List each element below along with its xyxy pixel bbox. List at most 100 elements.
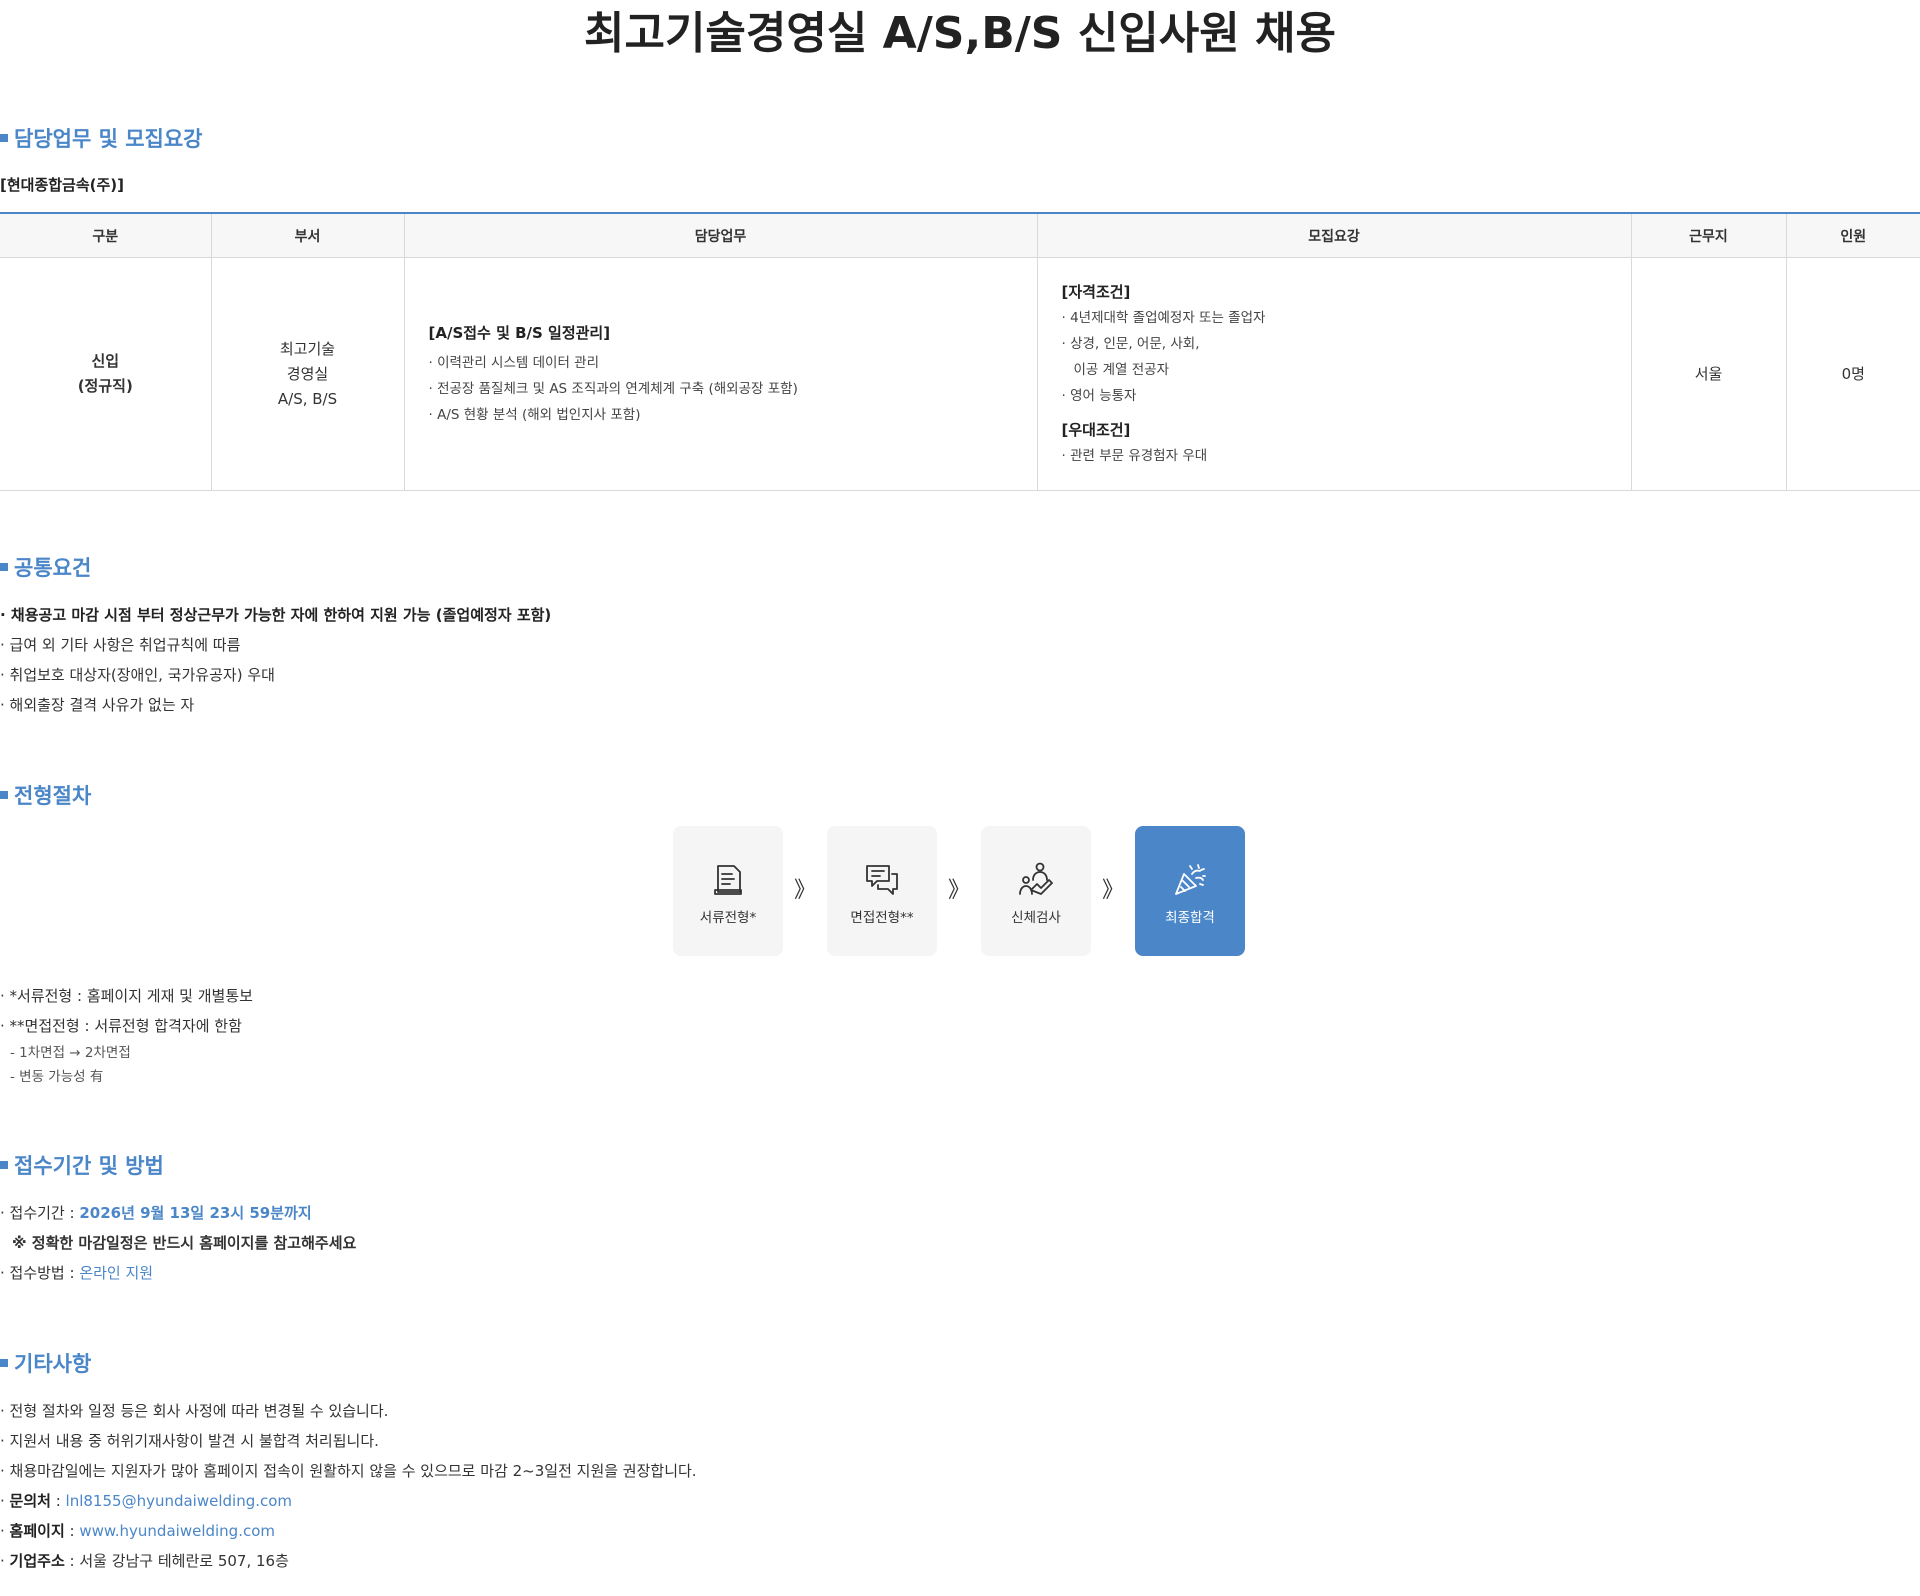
header-requirements: 모집요강 bbox=[1037, 213, 1632, 258]
address-value: 서울 강남구 테헤란로 507, 16층 bbox=[79, 1552, 289, 1570]
homepage-prefix: · bbox=[0, 1522, 10, 1540]
section-title-etc: 기타사항 bbox=[0, 1349, 91, 1379]
header-location: 근무지 bbox=[1631, 213, 1787, 258]
duty-list: · 이력관리 시스템 데이터 관리 · 전공장 품질체크 및 AS 조직과의 연… bbox=[429, 350, 1037, 428]
chevron-right-icon: 》 bbox=[1101, 878, 1124, 903]
step-label: 면접전형** bbox=[850, 910, 914, 926]
contact-sep: : bbox=[50, 1492, 66, 1510]
section-square-icon bbox=[0, 134, 8, 142]
job-table: 구분 부서 담당업무 모집요강 근무지 인원 신입 (정규직) 최고기술 경영실… bbox=[0, 212, 1920, 491]
qualification-heading: [자격조건] bbox=[1061, 283, 1131, 301]
address-item: · 기업주소 : 서울 강남구 테헤란로 507, 16층 bbox=[0, 1546, 697, 1576]
duty-item: · 이력관리 시스템 데이터 관리 bbox=[428, 355, 600, 371]
list-item: · 채용공고 마감 시점 부터 정상근무가 가능한 자에 한하여 지원 가능 (… bbox=[0, 606, 552, 624]
list-item: · 채용마감일에는 지원자가 많아 홈페이지 접속이 원활하지 않을 수 있으므… bbox=[0, 1462, 697, 1480]
process-notes-list: · *서류전형 : 홈페이지 게재 및 개별통보 · **면접전형 : 서류전형… bbox=[0, 981, 253, 1089]
list-item: · 취업보호 대상자(장애인, 국가유공자) 우대 bbox=[0, 666, 275, 684]
step-interview: 면접전형** bbox=[827, 826, 937, 956]
etc-list: · 전형 절차와 일정 등은 회사 사정에 따라 변경될 수 있습니다. · 지… bbox=[0, 1396, 697, 1576]
duty-item: · A/S 현황 분석 (해외 법인지사 포함) bbox=[428, 407, 641, 423]
duty-heading: [A/S접수 및 B/S 일정관리] bbox=[428, 324, 611, 342]
list-item: · 전형 절차와 일정 등은 회사 사정에 따라 변경될 수 있습니다. bbox=[0, 1402, 389, 1420]
address-sep: : bbox=[64, 1552, 80, 1570]
cell-department: 최고기술 경영실 A/S, B/S bbox=[211, 257, 405, 491]
table-row: 신입 (정규직) 최고기술 경영실 A/S, B/S [A/S접수 및 B/S … bbox=[0, 257, 1920, 491]
step-label: 신체검사 bbox=[1011, 910, 1061, 926]
chevron-right-icon: 》 bbox=[793, 878, 816, 903]
method-value: 온라인 지원 bbox=[79, 1264, 154, 1282]
header-type: 구분 bbox=[0, 213, 212, 258]
method-label: · 접수방법 : bbox=[0, 1264, 80, 1282]
header-department: 부서 bbox=[211, 213, 405, 258]
dept-line-2: 경영실 bbox=[286, 364, 329, 383]
step-document-screening: 서류전형* bbox=[673, 826, 783, 956]
application-period: · 접수기간 : 2026년 9월 13일 23시 59분까지 bbox=[0, 1198, 356, 1228]
section-title-duties-text: 담당업무 및 모집요강 bbox=[14, 127, 203, 151]
cell-location: 서울 bbox=[1631, 257, 1787, 491]
duty-item: · 전공장 품질체크 및 AS 조직과의 연계체계 구축 (해외공장 포함) bbox=[428, 381, 798, 397]
qualification-item: · 영어 능통자 bbox=[1061, 388, 1137, 404]
section-title-process: 전형절차 bbox=[0, 781, 91, 811]
chat-bubbles-icon bbox=[866, 865, 898, 895]
dept-line-3: A/S, B/S bbox=[277, 389, 338, 408]
period-note: ※ 정확한 마감일정은 반드시 홈페이지를 참고해주세요 bbox=[12, 1234, 357, 1252]
qualification-item: · 4년제대학 졸업예정자 또는 졸업자 bbox=[1061, 310, 1266, 326]
address-prefix: · bbox=[0, 1552, 10, 1570]
period-value: 2026년 9월 13일 23시 59분까지 bbox=[79, 1204, 312, 1222]
homepage-link[interactable]: www.hyundaiwelding.com bbox=[79, 1522, 275, 1540]
step-label: 최종합격 bbox=[1165, 910, 1215, 926]
homepage-item: · 홈페이지 : www.hyundaiwelding.com bbox=[0, 1516, 697, 1546]
qualification-item: 이공 계열 전공자 bbox=[1073, 362, 1170, 378]
section-square-icon bbox=[0, 563, 8, 571]
homepage-sep: : bbox=[64, 1522, 80, 1540]
list-item: · *서류전형 : 홈페이지 게재 및 개별통보 bbox=[0, 987, 253, 1005]
address-label: 기업주소 bbox=[9, 1552, 65, 1570]
cell-headcount: 0명 bbox=[1841, 364, 1865, 383]
medical-check-icon bbox=[1019, 862, 1053, 895]
period-label: · 접수기간 : bbox=[0, 1204, 80, 1222]
chevron-right-icon: 》 bbox=[947, 878, 970, 903]
section-square-icon bbox=[0, 791, 8, 799]
page-title: 최고기술경영실 A/S,B/S 신입사원 채용 bbox=[583, 8, 1337, 59]
section-title-duties: 담당업무 및 모집요강 bbox=[0, 124, 203, 154]
list-item: · **면접전형 : 서류전형 합격자에 한함 bbox=[0, 1017, 242, 1035]
list-item: · 지원서 내용 중 허위기재사항이 발견 시 불합격 처리됩니다. bbox=[0, 1432, 379, 1450]
cell-type: 신입 (정규직) bbox=[0, 257, 212, 491]
step-medical-check: 신체검사 bbox=[981, 826, 1091, 956]
contact-item: · 문의처 : lnl8155@hyundaiwelding.com bbox=[0, 1486, 697, 1516]
step-label: 서류전형* bbox=[699, 910, 757, 926]
document-icon bbox=[714, 865, 742, 895]
section-title-common-text: 공통요건 bbox=[14, 556, 92, 580]
preference-heading: [우대조건] bbox=[1061, 421, 1131, 439]
application-method: · 접수방법 : 온라인 지원 bbox=[0, 1258, 356, 1288]
section-title-common: 공통요건 bbox=[0, 553, 91, 583]
list-item: · 급여 외 기타 사항은 취업규칙에 따름 bbox=[0, 636, 241, 654]
type-line-2: (정규직) bbox=[77, 377, 133, 395]
contact-prefix: · bbox=[0, 1492, 10, 1510]
list-item: - 변동 가능성 有 bbox=[10, 1069, 104, 1085]
section-title-etc-text: 기타사항 bbox=[14, 1352, 92, 1376]
list-item: - 1차면접 → 2차면접 bbox=[10, 1045, 131, 1061]
section-title-application-text: 접수기간 및 방법 bbox=[14, 1154, 164, 1178]
list-item: · 해외출장 결격 사유가 없는 자 bbox=[0, 696, 195, 714]
selection-process: 서류전형* 》 면접전형** 》 신체검사 》 최종합격 bbox=[673, 826, 1245, 956]
preference-item: · 관련 부문 유경험자 우대 bbox=[1061, 448, 1208, 464]
section-title-process-text: 전형절차 bbox=[14, 784, 92, 808]
dept-line-1: 최고기술 bbox=[279, 339, 336, 358]
type-line-1: 신입 bbox=[91, 352, 120, 370]
party-popper-icon bbox=[1175, 864, 1206, 895]
cell-duties: [A/S접수 및 B/S 일정관리] · 이력관리 시스템 데이터 관리 · 전… bbox=[404, 257, 1038, 491]
homepage-label: 홈페이지 bbox=[9, 1522, 65, 1540]
common-requirements-list: · 채용공고 마감 시점 부터 정상근무가 가능한 자에 한하여 지원 가능 (… bbox=[0, 600, 551, 720]
section-square-icon bbox=[0, 1359, 8, 1367]
section-title-application: 접수기간 및 방법 bbox=[0, 1151, 164, 1181]
step-final-pass: 최종합격 bbox=[1135, 826, 1245, 956]
cell-requirements: [자격조건] · 4년제대학 졸업예정자 또는 졸업자 · 상경, 인문, 어문… bbox=[1037, 257, 1632, 491]
company-label: [현대종합금속(주)] bbox=[0, 176, 125, 194]
table-header-row: 구분 부서 담당업무 모집요강 근무지 인원 bbox=[0, 213, 1920, 258]
contact-email-link[interactable]: lnl8155@hyundaiwelding.com bbox=[66, 1492, 292, 1510]
header-duties: 담당업무 bbox=[404, 213, 1038, 258]
contact-label: 문의처 bbox=[9, 1492, 51, 1510]
header-headcount: 인원 bbox=[1786, 213, 1920, 258]
application-list: · 접수기간 : 2026년 9월 13일 23시 59분까지 ※ 정확한 마감… bbox=[0, 1198, 356, 1288]
